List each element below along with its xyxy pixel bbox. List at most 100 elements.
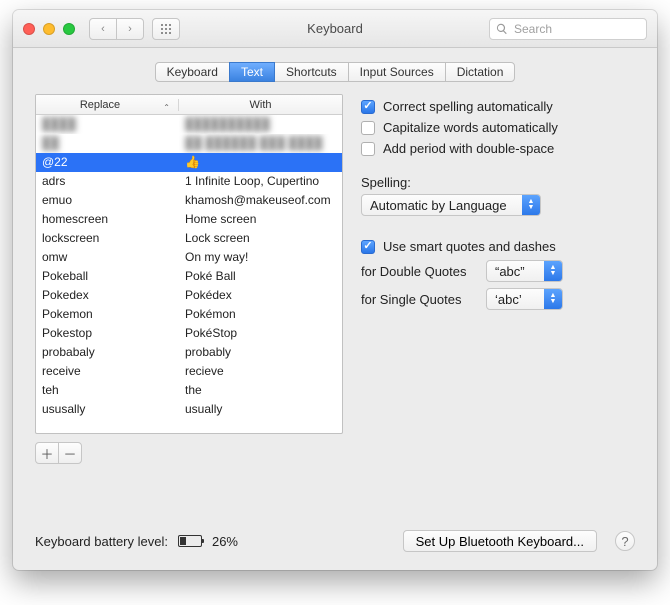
tabbar: KeyboardTextShortcutsInput SourcesDictat… <box>13 48 657 94</box>
replacements-column: Replace⌃ With ██████████████████ ██████ … <box>35 94 343 518</box>
stepper-icon: ▲▼ <box>544 288 562 310</box>
spelling-select[interactable]: Automatic by Language ▲▼ <box>361 194 541 216</box>
smart-quotes-checkbox[interactable] <box>361 240 375 254</box>
add-period-label: Add period with double-space <box>383 141 554 156</box>
correct-spelling-checkbox[interactable] <box>361 100 375 114</box>
battery-label: Keyboard battery level: <box>35 534 168 549</box>
table-row[interactable]: omwOn my way! <box>36 248 342 267</box>
battery-icon <box>178 535 202 547</box>
cell-with: 👍 <box>179 153 342 172</box>
cell-replace: ████ <box>36 115 179 134</box>
cell-replace: @22 <box>36 153 179 172</box>
battery-pct: 26% <box>212 534 238 549</box>
cell-with: Lock screen <box>179 229 342 248</box>
spelling-value: Automatic by Language <box>370 198 507 213</box>
minimize-icon[interactable] <box>43 23 55 35</box>
remove-button[interactable]: － <box>58 442 82 464</box>
cell-replace: probabaly <box>36 343 179 362</box>
add-period-row[interactable]: Add period with double-space <box>361 138 635 159</box>
cell-replace: omw <box>36 248 179 267</box>
cell-with: Pokédex <box>179 286 342 305</box>
table-row[interactable]: adrs1 Infinite Loop, Cupertino <box>36 172 342 191</box>
cell-replace: lockscreen <box>36 229 179 248</box>
help-button[interactable]: ? <box>615 531 635 551</box>
table-row[interactable]: PokeballPoké Ball <box>36 267 342 286</box>
cell-replace: emuo <box>36 191 179 210</box>
search-icon <box>496 23 508 35</box>
show-all-button[interactable] <box>152 18 180 40</box>
double-quotes-value: “abc” <box>495 264 525 279</box>
close-icon[interactable] <box>23 23 35 35</box>
grid-icon <box>160 23 172 35</box>
spelling-label: Spelling: <box>361 175 635 190</box>
col-replace[interactable]: Replace⌃ <box>36 99 179 111</box>
smart-quotes-label: Use smart quotes and dashes <box>383 239 556 254</box>
single-quotes-select[interactable]: ‘abc’ ▲▼ <box>486 288 563 310</box>
cell-replace: ██ <box>36 134 179 153</box>
cell-replace: Pokedex <box>36 286 179 305</box>
preferences-window: ‹ › Keyboard Search KeyboardTextShortcut… <box>13 10 657 570</box>
table-row[interactable]: emuokhamosh@makeuseof.com <box>36 191 342 210</box>
cell-with: 1 Infinite Loop, Cupertino <box>179 172 342 191</box>
cell-replace: homescreen <box>36 210 179 229</box>
bluetooth-button[interactable]: Set Up Bluetooth Keyboard... <box>403 530 597 552</box>
table-row[interactable]: lockscreenLock screen <box>36 229 342 248</box>
cell-with: PokéStop <box>179 324 342 343</box>
replacements-table: Replace⌃ With ██████████████████ ██████ … <box>35 94 343 434</box>
correct-spelling-row[interactable]: Correct spelling automatically <box>361 96 635 117</box>
cell-with: ██ ██████ ███ ████ <box>179 134 342 153</box>
table-row[interactable]: homescreenHome screen <box>36 210 342 229</box>
tab-text[interactable]: Text <box>229 62 275 82</box>
cell-with: Pokémon <box>179 305 342 324</box>
table-row[interactable]: probabalyprobably <box>36 343 342 362</box>
search-field[interactable]: Search <box>489 18 647 40</box>
table-row[interactable]: PokemonPokémon <box>36 305 342 324</box>
cell-with: Home screen <box>179 210 342 229</box>
forward-button[interactable]: › <box>116 18 144 40</box>
table-row[interactable]: @22👍 <box>36 153 342 172</box>
table-row[interactable]: receiverecieve <box>36 362 342 381</box>
cell-with: probably <box>179 343 342 362</box>
smart-quotes-row[interactable]: Use smart quotes and dashes <box>361 236 635 257</box>
tab-keyboard[interactable]: Keyboard <box>155 62 230 82</box>
tab-input-sources[interactable]: Input Sources <box>348 62 446 82</box>
table-row[interactable]: tehthe <box>36 381 342 400</box>
correct-spelling-label: Correct spelling automatically <box>383 99 553 114</box>
back-button[interactable]: ‹ <box>89 18 117 40</box>
cell-replace: ususally <box>36 400 179 419</box>
cell-with: khamosh@makeuseof.com <box>179 191 342 210</box>
single-quotes-label: for Single Quotes <box>361 292 476 307</box>
double-quotes-label: for Double Quotes <box>361 264 476 279</box>
nav-segment: ‹ › <box>89 18 144 40</box>
options-column: Correct spelling automatically Capitaliz… <box>361 94 635 518</box>
traffic-lights <box>23 23 75 35</box>
footer: Keyboard battery level: 26% Set Up Bluet… <box>13 518 657 570</box>
cell-with: the <box>179 381 342 400</box>
cell-with: Poké Ball <box>179 267 342 286</box>
cell-with: ██████████ <box>179 115 342 134</box>
content: Replace⌃ With ██████████████████ ██████ … <box>13 94 657 518</box>
cell-replace: receive <box>36 362 179 381</box>
add-remove: ＋ － <box>35 442 343 464</box>
table-row[interactable]: PokedexPokédex <box>36 286 342 305</box>
table-row[interactable]: ususallyusually <box>36 400 342 419</box>
col-with[interactable]: With <box>179 99 342 111</box>
table-row[interactable]: ██████████████ <box>36 115 342 134</box>
table-row[interactable]: ████ ██████ ███ ████ <box>36 134 342 153</box>
add-period-checkbox[interactable] <box>361 142 375 156</box>
cell-replace: Pokestop <box>36 324 179 343</box>
zoom-icon[interactable] <box>63 23 75 35</box>
capitalize-row[interactable]: Capitalize words automatically <box>361 117 635 138</box>
capitalize-checkbox[interactable] <box>361 121 375 135</box>
cell-replace: teh <box>36 381 179 400</box>
table-body: ██████████████████ ██████ ███ ████@22👍ad… <box>36 115 342 433</box>
search-placeholder: Search <box>514 22 552 36</box>
tab-shortcuts[interactable]: Shortcuts <box>274 62 349 82</box>
table-row[interactable]: PokestopPokéStop <box>36 324 342 343</box>
add-button[interactable]: ＋ <box>35 442 59 464</box>
double-quotes-select[interactable]: “abc” ▲▼ <box>486 260 563 282</box>
single-quotes-value: ‘abc’ <box>495 292 522 307</box>
cell-replace: Pokeball <box>36 267 179 286</box>
tab-dictation[interactable]: Dictation <box>445 62 516 82</box>
cell-with: On my way! <box>179 248 342 267</box>
